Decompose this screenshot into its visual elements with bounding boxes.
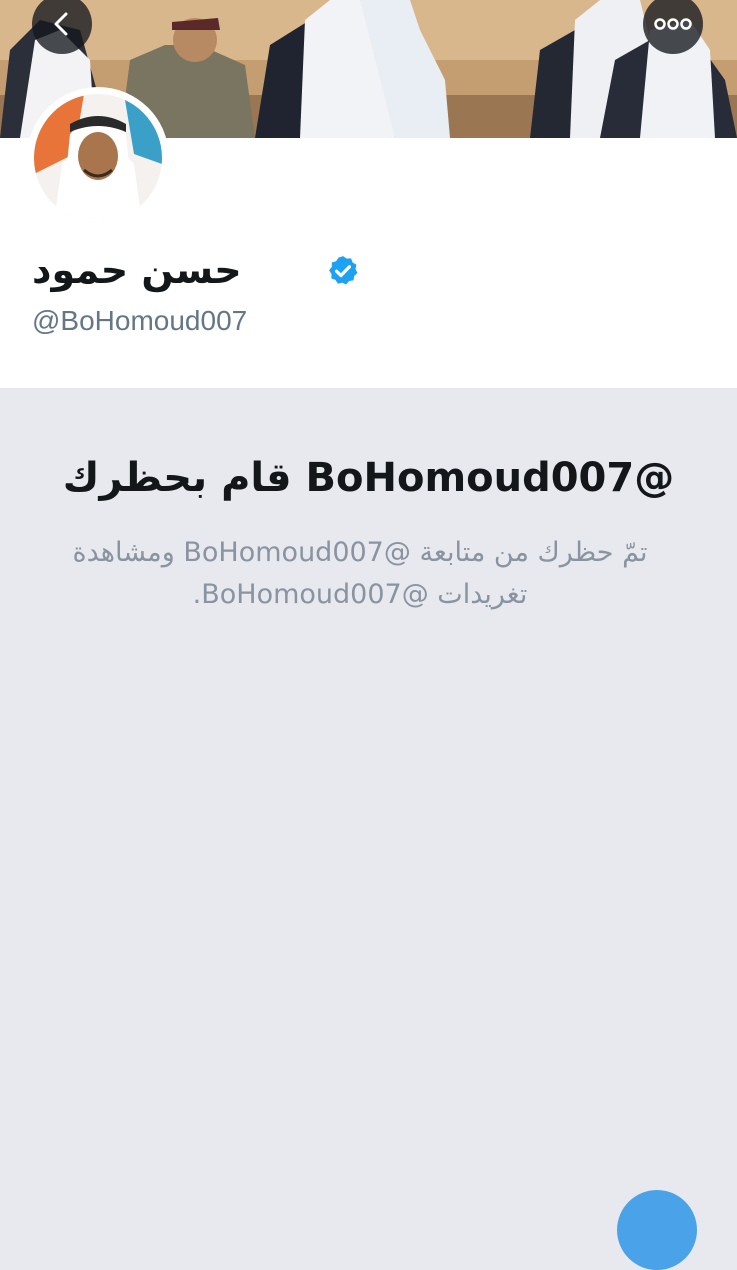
avatar[interactable] xyxy=(27,87,169,229)
blocked-title: @BoHomoud007 قام بحظرك xyxy=(62,455,675,501)
verified-badge-icon xyxy=(329,256,358,285)
profile-handle: @BoHomoud007 xyxy=(32,305,248,336)
blocked-description: تمّ حظرك من متابعة @BoHomoud007 ومشاهدة … xyxy=(72,537,648,610)
chevron-left-icon xyxy=(54,12,68,36)
ellipsis-icon xyxy=(654,18,692,30)
display-name: حسن حمود xyxy=(32,248,242,292)
profile-photo xyxy=(34,94,162,222)
compose-button[interactable] xyxy=(617,1190,697,1270)
